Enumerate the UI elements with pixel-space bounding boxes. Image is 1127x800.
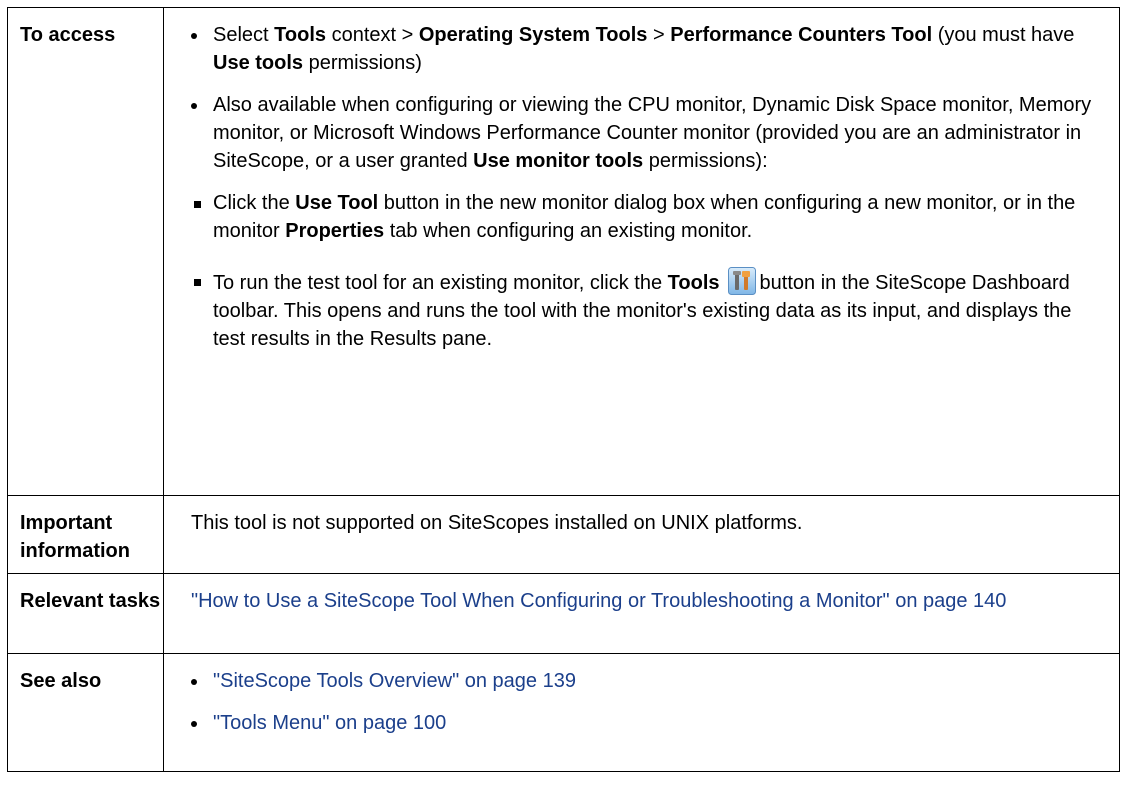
sublist-item: To run the test tool for an existing mon… — [164, 267, 1119, 353]
row-label-relevant: Relevant tasks — [7, 573, 164, 654]
access-sublist: Click the Use Tool button in the new mon… — [164, 189, 1119, 353]
row-relevant-tasks: Relevant tasks "How to Use a SiteScope T… — [7, 573, 1120, 654]
sublist-item: Click the Use Tool button in the new mon… — [164, 189, 1119, 245]
list-item: Select Tools context > Operating System … — [164, 21, 1119, 77]
row-content-see-also: "SiteScope Tools Overview" on page 139 "… — [163, 653, 1120, 772]
see-also-link[interactable]: "Tools Menu" on page 100 — [213, 712, 446, 734]
list-item: "SiteScope Tools Overview" on page 139 — [164, 667, 1119, 695]
info-table: To access Select Tools context > Operati… — [7, 7, 1120, 772]
see-also-link[interactable]: "SiteScope Tools Overview" on page 139 — [213, 670, 576, 692]
row-content-important: This tool is not supported on SiteScopes… — [163, 495, 1120, 574]
row-to-access: To access Select Tools context > Operati… — [7, 7, 1120, 496]
see-also-list: "SiteScope Tools Overview" on page 139 "… — [164, 654, 1119, 737]
row-content-relevant: "How to Use a SiteScope Tool When Config… — [163, 573, 1120, 654]
row-important-information: Important information This tool is not s… — [7, 495, 1120, 574]
row-see-also: See also "SiteScope Tools Overview" on p… — [7, 653, 1120, 772]
row-label-important: Important information — [7, 495, 164, 574]
list-item: "Tools Menu" on page 100 — [164, 709, 1119, 737]
tools-icon — [727, 267, 756, 295]
row-content-to-access: Select Tools context > Operating System … — [163, 7, 1120, 496]
access-list: Select Tools context > Operating System … — [164, 8, 1119, 175]
list-item: Also available when configuring or viewi… — [164, 91, 1119, 175]
row-label-to-access: To access — [7, 7, 164, 496]
relevant-task-link[interactable]: "How to Use a SiteScope Tool When Config… — [191, 590, 1006, 612]
row-label-see-also: See also — [7, 653, 164, 772]
